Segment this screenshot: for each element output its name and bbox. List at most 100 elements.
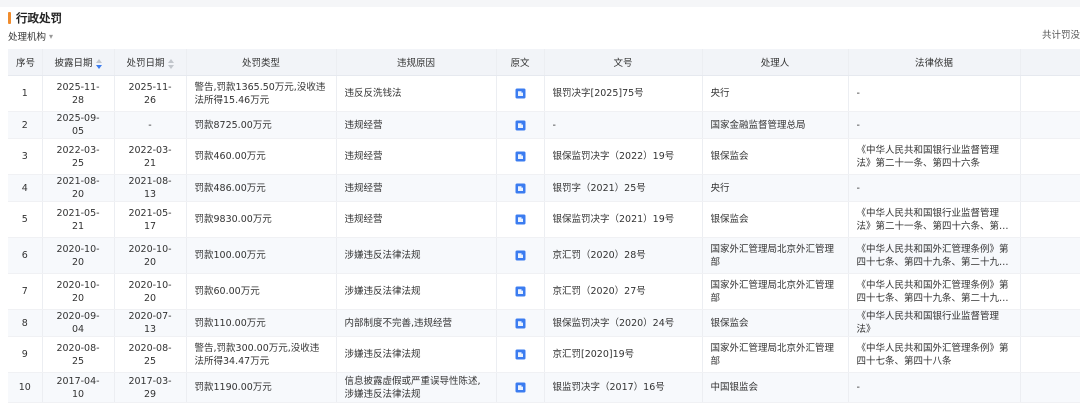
penalty-type-cell: 罚款8725.00万元 bbox=[186, 111, 337, 139]
disclose-date-cell: 2017-04-10 bbox=[42, 372, 115, 403]
disclose-date-cell: 2020-08-25 bbox=[42, 336, 115, 373]
penalty-type-cell: 罚款110.00万元 bbox=[186, 309, 337, 337]
doc-no-cell-text: 银保监罚决字（2020）24号 bbox=[552, 317, 675, 329]
reason-cell-text: 违规经营 bbox=[344, 214, 383, 225]
col-header-penalty-date[interactable]: 处罚日期 bbox=[114, 49, 187, 76]
sort-icon[interactable] bbox=[167, 58, 174, 69]
penalty-type-cell: 罚款460.00万元 bbox=[186, 138, 337, 175]
reason-cell: 违规经营 bbox=[336, 111, 497, 139]
row-index-text: 6 bbox=[21, 250, 28, 261]
penalty-date-cell-text: 2020-10-20 bbox=[128, 279, 172, 304]
extra-cell bbox=[1020, 138, 1080, 175]
reason-cell: 违规经营 bbox=[336, 174, 497, 202]
row-index-text: 9 bbox=[21, 349, 28, 360]
original-doc-cell bbox=[496, 237, 545, 274]
document-icon[interactable] bbox=[515, 214, 526, 225]
penalty-date-cell-text: 2025-11-26 bbox=[128, 81, 172, 106]
col-header-disclose-date[interactable]: 披露日期 bbox=[42, 49, 115, 76]
col-header-disclose-date-label: 披露日期 bbox=[54, 58, 93, 69]
disclose-date-cell: 2020-09-04 bbox=[42, 309, 115, 337]
penalty-date-cell-text: 2020-10-20 bbox=[128, 243, 172, 268]
penalty-type-cell: 警告,罚款1365.50万元,没收违法所得15.46万元 bbox=[186, 75, 337, 112]
doc-no-cell: 京汇罚（2020）27号 bbox=[544, 273, 703, 310]
disclose-date-cell-text: 2021-08-20 bbox=[56, 176, 100, 200]
penalty-date-cell: 2022-03-21 bbox=[114, 138, 187, 175]
original-doc-cell bbox=[496, 174, 545, 202]
penalty-type-cell-text: 罚款100.00万元 bbox=[194, 250, 266, 261]
law-cell: 《中华人民共和国银行业监督管理法》第二十一条、第四十六条、第四十七条 bbox=[848, 201, 1021, 238]
section-title-text: 行政处罚 bbox=[16, 11, 62, 25]
reason-cell: 违规经营 bbox=[336, 201, 497, 238]
row-index: 9 bbox=[8, 336, 43, 373]
penalty-type-cell-text: 警告,罚款1365.50万元,没收违法所得15.46万元 bbox=[194, 81, 326, 106]
handler-cell-text: 国家金融监督管理总局 bbox=[710, 119, 806, 131]
doc-no-cell: 银监罚决字（2017）16号 bbox=[544, 372, 703, 403]
row-index: 10 bbox=[8, 372, 43, 403]
reason-cell: 涉嫌违反法律法规 bbox=[336, 336, 497, 373]
penalty-type-cell: 罚款60.00万元 bbox=[186, 273, 337, 310]
document-icon[interactable] bbox=[515, 183, 526, 194]
law-cell: - bbox=[848, 111, 1021, 139]
sort-icon[interactable] bbox=[95, 58, 102, 69]
handler-cell: 央行 bbox=[702, 174, 849, 202]
row-index: 5 bbox=[8, 201, 43, 238]
document-icon[interactable] bbox=[515, 151, 526, 162]
law-cell: 《中华人民共和国银行业监督管理法》 bbox=[848, 309, 1021, 337]
doc-no-cell-text: 银保监罚决字（2022）19号 bbox=[552, 151, 675, 162]
document-icon[interactable] bbox=[515, 286, 526, 297]
doc-no-cell: 京汇罚（2020）28号 bbox=[544, 237, 703, 274]
col-header-extra bbox=[1020, 49, 1080, 76]
law-cell: 《中华人民共和国外汇管理条例》第四十七条、第四十八条 bbox=[848, 336, 1021, 373]
row-index-text: 5 bbox=[21, 214, 28, 225]
extra-cell bbox=[1020, 309, 1080, 337]
document-icon[interactable] bbox=[515, 318, 526, 329]
penalty-date-cell-text: 2021-05-17 bbox=[128, 207, 172, 232]
penalty-type-cell: 警告,罚款300.00万元,没收违法所得34.47万元 bbox=[186, 336, 337, 373]
disclose-date-cell-text: 2020-10-20 bbox=[56, 243, 100, 268]
table-row: 10 2017-04-10 2017-03-29 罚款1190.00万元 信息披露虚假或… bbox=[8, 372, 1080, 403]
handler-cell: 银保监会 bbox=[702, 309, 849, 337]
handler-cell: 国家金融监督管理总局 bbox=[702, 111, 849, 139]
law-cell-text: - bbox=[856, 88, 860, 99]
document-icon[interactable] bbox=[515, 250, 526, 261]
original-doc-cell bbox=[496, 75, 545, 112]
extra-cell bbox=[1020, 336, 1080, 373]
reason-cell: 涉嫌违反法律法规 bbox=[336, 237, 497, 274]
penalty-type-cell-text: 罚款460.00万元 bbox=[194, 151, 266, 162]
penalty-date-cell-text: - bbox=[148, 119, 152, 131]
penalty-date-cell-text: 2020-08-25 bbox=[128, 342, 172, 367]
extra-cell bbox=[1020, 237, 1080, 274]
law-cell-text: - bbox=[856, 382, 860, 393]
table-row: 5 2021-05-21 2021-05-17 罚款9830.00万元 违规经营 银保监罚… bbox=[8, 201, 1080, 238]
handler-cell-text: 国家外汇管理局北京外汇管理部 bbox=[710, 243, 835, 268]
handler-cell: 央行 bbox=[702, 75, 849, 112]
penalty-date-cell-text: 2020-07-13 bbox=[128, 311, 172, 335]
table-row: 6 2020-10-20 2020-10-20 罚款100.00万元 涉嫌违反法律法规 京… bbox=[8, 237, 1080, 274]
table-row: 4 2021-08-20 2021-08-13 罚款486.00万元 违规经营 银罚字（2… bbox=[8, 174, 1080, 202]
disclose-date-cell: 2025-09-05 bbox=[42, 111, 115, 139]
handler-cell: 中国银监会 bbox=[702, 372, 849, 403]
law-cell-text: 《中华人民共和国银行业监督管理法》第二十一条、第四十六条、第四十七条 bbox=[856, 207, 1009, 232]
disclose-date-cell-text: 2017-04-10 bbox=[56, 375, 100, 400]
doc-no-cell: - bbox=[544, 111, 703, 139]
document-icon[interactable] bbox=[515, 349, 526, 360]
document-icon[interactable] bbox=[515, 120, 526, 131]
handler-filter-dropdown[interactable]: 处理机构 ▾ bbox=[8, 29, 53, 44]
table-row: 7 2020-10-20 2020-10-20 罚款60.00万元 涉嫌违反法律法规 京汇… bbox=[8, 273, 1080, 310]
document-icon[interactable] bbox=[515, 382, 526, 393]
doc-no-cell-text: 京汇罚[2020]19号 bbox=[552, 349, 635, 360]
disclose-date-cell: 2020-10-20 bbox=[42, 273, 115, 310]
doc-no-cell: 京汇罚[2020]19号 bbox=[544, 336, 703, 373]
penalty-date-cell-text: 2017-03-29 bbox=[128, 375, 172, 400]
penalty-date-cell: - bbox=[114, 111, 187, 139]
reason-cell: 信息披露虚假或严重误导性陈述,涉嫌违反法律法规 bbox=[336, 372, 497, 403]
doc-no-cell-text: - bbox=[552, 119, 556, 131]
document-icon[interactable] bbox=[515, 88, 526, 99]
original-doc-cell bbox=[496, 138, 545, 175]
reason-cell-text: 违反反洗钱法 bbox=[344, 88, 402, 99]
doc-no-cell-text: 银罚字（2021）25号 bbox=[552, 182, 646, 194]
penalty-date-cell: 2021-05-17 bbox=[114, 201, 187, 238]
law-cell-text: - bbox=[856, 182, 860, 194]
original-doc-cell bbox=[496, 111, 545, 139]
law-cell-text: 《中华人民共和国外汇管理条例》第四十七条、第四十八条 bbox=[856, 342, 1009, 367]
